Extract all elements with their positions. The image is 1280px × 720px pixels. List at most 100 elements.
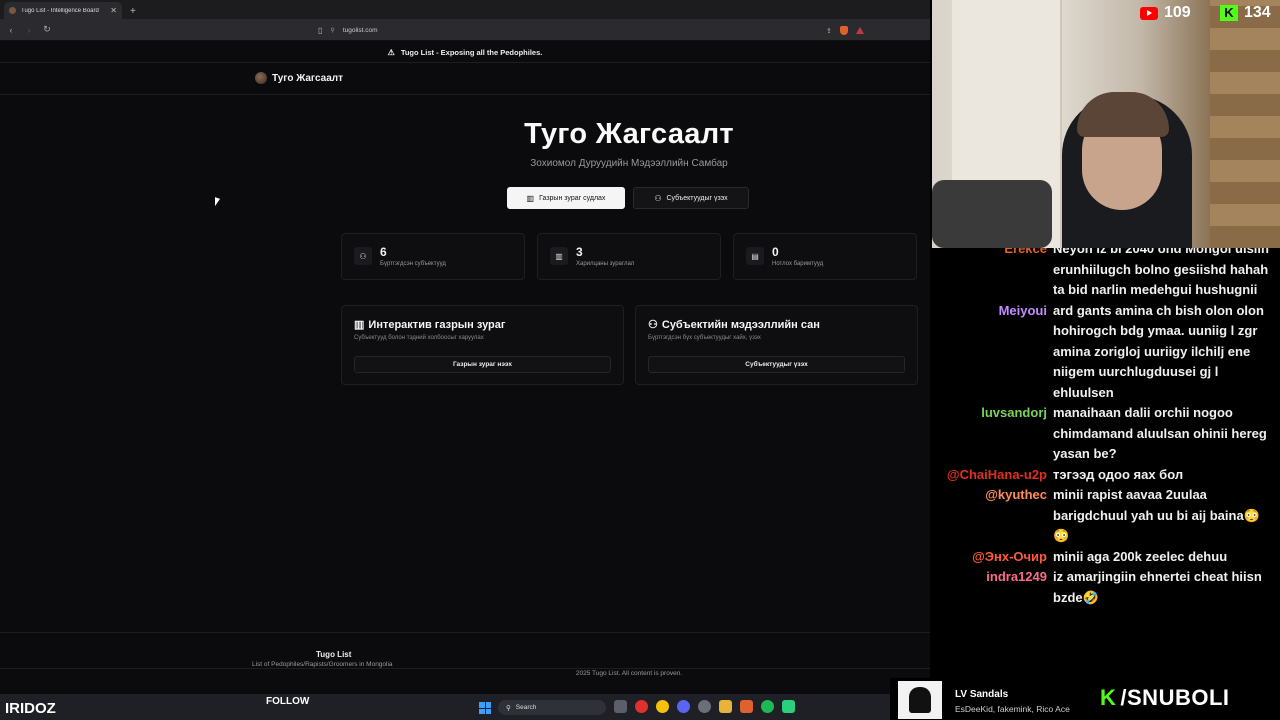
webcam-chair — [932, 180, 1052, 248]
footer-divider — [0, 668, 930, 669]
chat-text: hohirogch bdg ymaa. uuniig l zgr — [1053, 323, 1258, 338]
chat-message: hohirogch bdg ymaa. uuniig l zgr — [932, 321, 1280, 342]
explore-map-button[interactable]: ▥ Газрын зураг судлах — [507, 187, 625, 209]
site-footer: Tugo List List of Pedophiles/Rapists/Gro… — [0, 632, 930, 694]
address-bar[interactable]: ▯ ⚲ tugolist.com — [318, 23, 878, 38]
chat-text: ard gants amina ch bish olon olon — [1053, 302, 1264, 318]
open-map-button[interactable]: Газрын зураг нээх — [354, 356, 611, 373]
brave-shield-icon[interactable] — [839, 26, 848, 35]
chat-text: niigem uurchlugduusei gj l — [1053, 364, 1219, 379]
users-icon: ⚇ — [354, 247, 372, 265]
chat-username[interactable] — [932, 280, 1053, 301]
back-icon[interactable]: ‹ — [7, 25, 15, 35]
toolbar-right: ⇪ — [826, 23, 864, 38]
kick-icon: K — [1220, 5, 1238, 21]
chat-username[interactable]: Erekce — [932, 248, 1053, 260]
chat-message: luvsandorj manaihaan dalii orchii nogoo — [932, 403, 1280, 424]
streamer-name: IRIDOZ — [5, 700, 56, 717]
album-art — [898, 681, 942, 719]
map-icon: ▥ — [354, 319, 365, 331]
green-app-icon[interactable] — [782, 700, 795, 713]
youtube-icon — [1140, 6, 1158, 20]
chat-username[interactable] — [932, 506, 1053, 527]
brave-icon[interactable] — [740, 700, 753, 713]
chat-username[interactable] — [932, 424, 1053, 445]
youtube-viewers: 109 — [1140, 4, 1191, 22]
card-title: ⚇ Субъектийн мэдээллийн сан — [648, 318, 820, 332]
view-subjects-card-button[interactable]: Субъектуудыг үзэх — [648, 356, 905, 373]
card-description: Субъектууд болон тэдний холбоосыг харуул… — [354, 335, 484, 341]
stat-value: 0 — [772, 245, 779, 259]
chat-username[interactable]: Meiyoui — [932, 301, 1053, 322]
brand-avatar — [255, 72, 267, 84]
subject-database-card: ⚇ Субъектийн мэдээллийн сан Бүртгэгдсэн б… — [635, 305, 918, 385]
chat-text: manaihaan dalii orchii nogoo — [1053, 405, 1233, 420]
new-tab-icon[interactable]: + — [130, 6, 136, 17]
chat-username[interactable] — [932, 260, 1053, 281]
close-tab-icon[interactable]: ✕ — [110, 6, 117, 15]
card-title-text: Субъектийн мэдээллийн сан — [661, 318, 820, 331]
chat-message: yasan be? — [932, 444, 1280, 465]
kick-channel-brand: K /SNUBOLI — [1100, 685, 1230, 711]
stat-label: Нотлох баримтууд — [772, 261, 824, 267]
stream-chat: Erekce Neyon iz bi 2040 ond Mongol ulsiin… — [932, 248, 1280, 678]
footer-title: Tugo List — [316, 650, 352, 659]
chat-message: 😳 — [932, 526, 1280, 547]
chat-text: minii rapist aavaa 2uulaa — [1053, 487, 1207, 502]
song-title: LV Sandals — [955, 689, 1009, 700]
chat-message: ehluulsen — [932, 383, 1280, 404]
chat-username[interactable] — [932, 362, 1053, 383]
url-text[interactable]: tugolist.com — [343, 27, 378, 34]
footer-description: List of Pedophiles/Rapists/Groomers in M… — [252, 661, 393, 668]
browser-tab[interactable]: Tugo List - Intelligence Board ✕ — [4, 2, 122, 19]
forward-icon[interactable]: › — [25, 25, 33, 35]
taskbar-search[interactable]: ⚲ Search — [498, 700, 606, 715]
chat-username[interactable] — [932, 321, 1053, 342]
chat-message: @Энх-Очир minii aga 200k zeelec dehuu — [932, 547, 1280, 568]
chat-username[interactable] — [932, 383, 1053, 404]
chat-username[interactable] — [932, 444, 1053, 465]
chat-username[interactable] — [932, 526, 1053, 547]
channel-name: /SNUBOLI — [1120, 685, 1230, 710]
chat-text: iz amarjingiin ehnertei cheat hiisn — [1053, 569, 1262, 584]
chat-username[interactable] — [932, 588, 1053, 609]
card-title: ▥ Интерактив газрын зураг — [354, 318, 505, 332]
chat-username[interactable]: luvsandorj — [932, 403, 1053, 424]
opera-icon[interactable] — [635, 700, 648, 713]
brand-name: Туго Жагсаалт — [272, 72, 344, 84]
map-icon: ▥ — [550, 247, 568, 265]
settings-icon[interactable] — [698, 700, 711, 713]
reload-icon[interactable]: ↻ — [43, 24, 51, 35]
windows-start-icon[interactable] — [479, 702, 491, 714]
chat-message: Erekce Neyon iz bi 2040 ond Mongol ulsiin — [932, 248, 1280, 260]
chat-message: indra1249 iz amarjingiin ehnertei cheat h… — [932, 567, 1280, 588]
site-info-icon[interactable]: ⚲ — [330, 27, 334, 34]
stat-label: Харилцаны зураглал — [576, 261, 635, 267]
share-icon[interactable]: ⇪ — [826, 27, 832, 35]
chat-username[interactable] — [932, 342, 1053, 363]
stat-label: Бүртгэгдсэн субъектууд — [380, 261, 446, 267]
chrome-icon[interactable] — [656, 700, 669, 713]
brave-rewards-icon[interactable] — [855, 27, 864, 34]
folder-icon[interactable] — [719, 700, 732, 713]
interactive-map-card: ▥ Интерактив газрын зураг Субъектууд боло… — [341, 305, 624, 385]
bookmark-icon[interactable]: ▯ — [318, 26, 322, 35]
chat-username[interactable]: @kyuthec — [932, 485, 1053, 506]
chat-text: тэгээд одоо яах бол — [1053, 466, 1184, 482]
chat-message: ta bid narlin medehgui hushugnii — [932, 280, 1280, 301]
site-brand[interactable]: Туго Жагсаалт — [255, 72, 343, 84]
site-header: Туго Жагсаалт — [0, 64, 930, 95]
chat-text: yasan be? — [1053, 446, 1117, 461]
stat-value: 6 — [380, 245, 387, 259]
chat-username[interactable]: indra1249 — [932, 567, 1053, 588]
map-icon: ▥ — [526, 193, 535, 203]
chat-username[interactable]: @ChaiHana-u2p — [932, 465, 1053, 486]
spotify-icon[interactable] — [761, 700, 774, 713]
file-explorer-icon[interactable] — [614, 700, 627, 713]
announcement-banner: ⚠ Tugo List - Exposing all the Pedophile… — [0, 42, 930, 63]
chat-text: erunhiilugch bolno gesiishd hahah — [1053, 261, 1269, 277]
chat-text: ta bid narlin medehgui hushugnii — [1053, 282, 1258, 297]
discord-app-icon[interactable] — [677, 700, 690, 713]
chat-username[interactable]: @Энх-Очир — [932, 547, 1053, 568]
view-subjects-button[interactable]: ⚇ Субъектуудыг үзэх — [633, 187, 749, 209]
